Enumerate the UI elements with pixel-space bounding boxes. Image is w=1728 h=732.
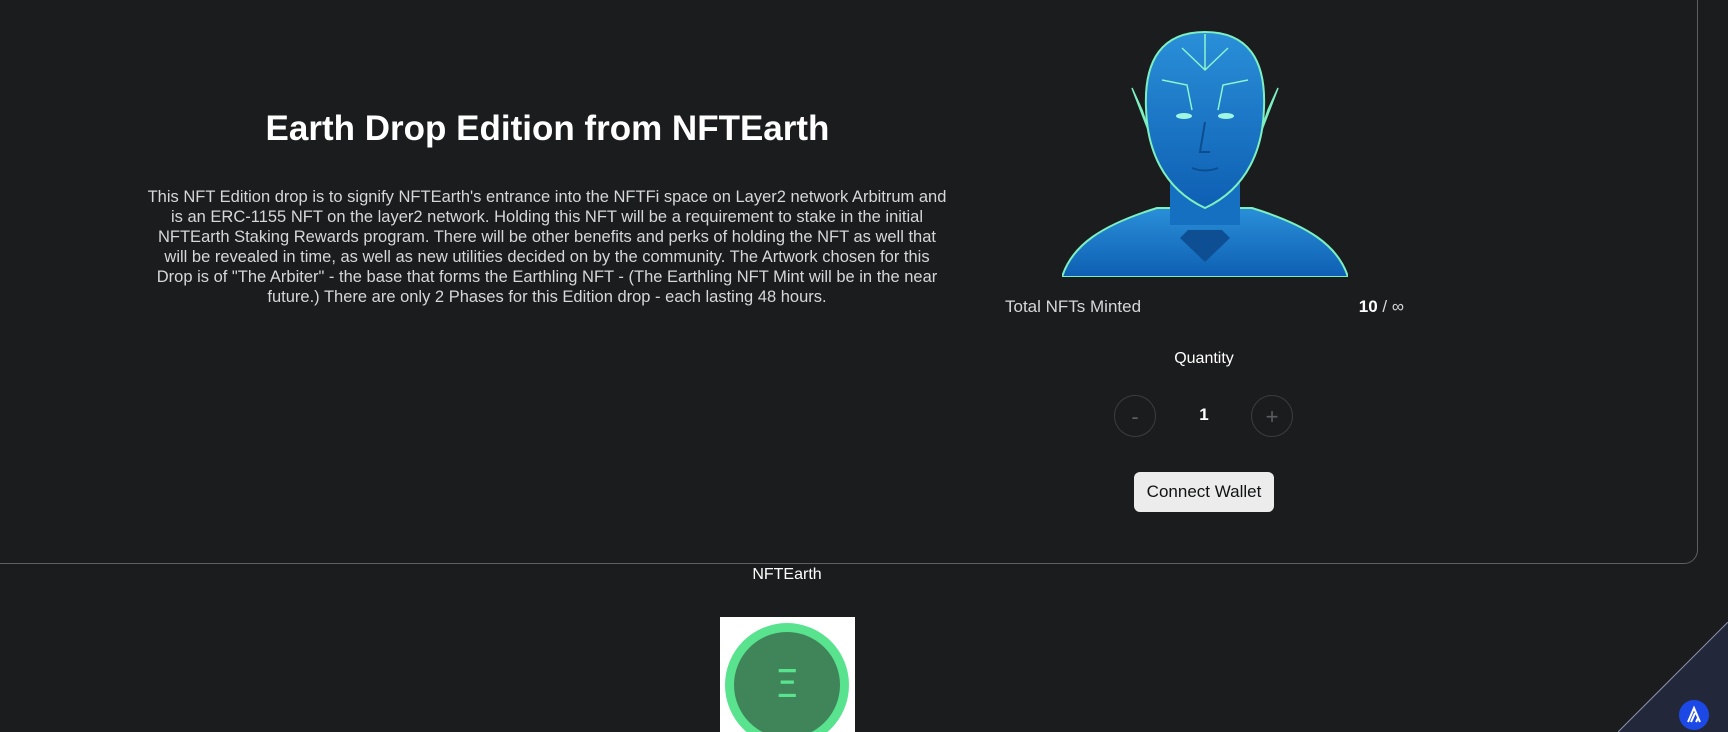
connect-wallet-button[interactable]: Connect Wallet [1134,472,1274,512]
quantity-value: 1 [1199,405,1209,424]
logo-glyph: Ξ [775,662,799,706]
drop-description: This NFT Edition drop is to signify NFTE… [147,188,947,306]
ethereum-logo-icon: Ξ [725,623,849,732]
arbitrum-icon [1687,705,1701,723]
corner-accent [1618,622,1728,732]
footer-brand: NFTEarth [752,566,822,583]
total-minted-value: 10 / ∞ [1359,297,1404,317]
app-badge-button[interactable] [1679,700,1709,730]
page-title: Earth Drop Edition from NFTEarth [265,109,830,148]
decrement-quantity-button[interactable]: - [1114,395,1156,437]
minted-separator: / [1382,297,1388,316]
arbiter-artwork-image [1062,30,1348,277]
max-supply-symbol: ∞ [1391,297,1404,316]
quantity-label: Quantity [1174,350,1234,367]
nftearth-logo: Ξ [720,617,855,732]
increment-quantity-button[interactable]: + [1251,395,1293,437]
total-minted-label: Total NFTs Minted [1005,297,1142,316]
minted-count: 10 [1358,297,1378,316]
